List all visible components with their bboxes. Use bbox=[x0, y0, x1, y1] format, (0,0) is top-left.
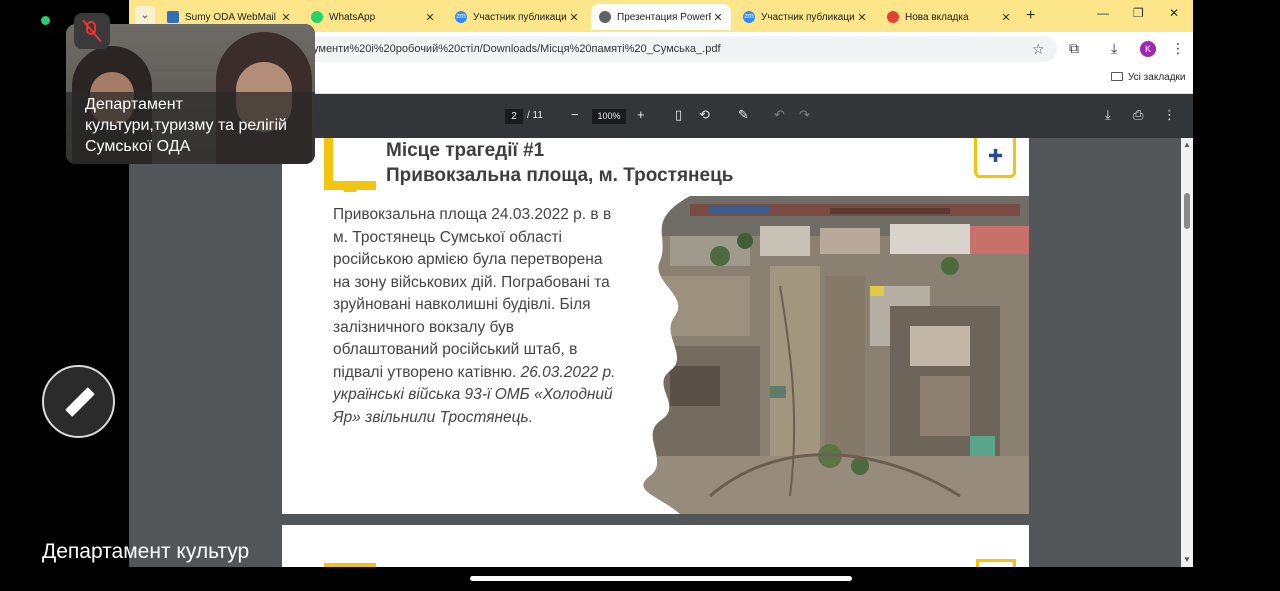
new-tab-button[interactable]: + bbox=[1026, 7, 1035, 25]
zoom-icon: zm bbox=[743, 11, 755, 23]
slide-title: Місце трагедії #1 bbox=[386, 140, 545, 161]
pdf-scrollbar[interactable]: ▲ ▼ bbox=[1181, 138, 1193, 567]
tab-zoom-participant-2[interactable]: zm Участник публикаци ✕ bbox=[735, 4, 875, 30]
tab-whatsapp[interactable]: WhatsApp ✕ bbox=[303, 4, 443, 30]
print-icon[interactable]: ⎙ bbox=[1133, 107, 1143, 123]
close-icon[interactable]: ✕ bbox=[711, 11, 725, 24]
url-text: ументи%20і%20робочий%20стіл/Downloads/Мі… bbox=[313, 43, 721, 55]
tab-label: Участник публикаци bbox=[761, 11, 855, 23]
minimize-button[interactable]: — bbox=[1097, 6, 1109, 20]
address-bar[interactable]: ументи%20і%20робочий%20стіл/Downloads/Мі… bbox=[279, 36, 1057, 62]
close-icon[interactable]: ✕ bbox=[999, 11, 1013, 24]
redo-icon[interactable]: ↷ bbox=[799, 107, 810, 123]
pdf-viewport[interactable]: Місце трагедії #1 Привокзальна площа, м.… bbox=[129, 138, 1193, 567]
star-icon[interactable]: ☆ bbox=[1032, 41, 1045, 58]
whatsapp-icon bbox=[311, 11, 323, 23]
annotate-icon[interactable]: ✎ bbox=[738, 107, 749, 123]
extensions-icon[interactable]: ⧉ bbox=[1069, 40, 1079, 57]
tab-label: Презентация PowerP bbox=[617, 11, 711, 23]
pencil-icon bbox=[65, 387, 95, 417]
rotate-icon[interactable]: ⟲ bbox=[699, 107, 710, 123]
system-nav-bar bbox=[0, 567, 1280, 591]
chrome-icon bbox=[887, 11, 899, 23]
more-vert-icon[interactable]: ⋮ bbox=[1171, 40, 1185, 57]
page-total: / 11 bbox=[527, 110, 543, 121]
download-icon[interactable]: ⤓ bbox=[1111, 40, 1117, 57]
close-icon[interactable]: ✕ bbox=[279, 11, 293, 24]
zoom-icon: zm bbox=[455, 11, 467, 23]
participant-caption: Департамент культури,туризму та релігій … bbox=[85, 96, 287, 155]
zoom-input[interactable]: 100% bbox=[592, 109, 626, 124]
church-icon: ✚ bbox=[988, 146, 1004, 166]
tab-new[interactable]: Нова вкладка ✕ bbox=[879, 4, 1019, 30]
tab-label: Нова вкладка bbox=[905, 11, 969, 23]
scroll-down-icon[interactable]: ▼ bbox=[1183, 555, 1191, 564]
pdf-download-icon[interactable]: ⤓ bbox=[1105, 107, 1111, 123]
tab-zoom-participant[interactable]: zm Участник публикаци ✕ bbox=[447, 4, 587, 30]
yellow-bracket-tab bbox=[344, 182, 356, 192]
pdf-page-next bbox=[282, 525, 1029, 567]
status-indicator bbox=[41, 16, 50, 25]
slide-subtitle: Привокзальна площа, м. Тростянець bbox=[386, 165, 734, 186]
slide-body-text: Привокзальна площа 24.03.2022 р. в в м. … bbox=[333, 206, 612, 381]
globe-icon bbox=[599, 11, 611, 23]
tab-label: Участник публикаци bbox=[473, 11, 567, 23]
close-window-button[interactable]: ✕ bbox=[1169, 6, 1179, 20]
fit-page-icon[interactable]: ▯ bbox=[675, 107, 682, 123]
undo-icon[interactable]: ↶ bbox=[774, 107, 785, 123]
webmail-icon bbox=[167, 11, 179, 23]
page-number-input[interactable]: 2 bbox=[505, 109, 523, 124]
aerial-photo bbox=[630, 196, 1029, 514]
mic-muted-icon[interactable] bbox=[74, 13, 110, 49]
close-icon[interactable]: ✕ bbox=[423, 11, 437, 24]
memorial-badge-next bbox=[976, 559, 1016, 567]
maximize-button[interactable]: ❐ bbox=[1133, 6, 1144, 20]
memorial-badge: ✚ bbox=[974, 138, 1016, 178]
slide-body: Привокзальна площа 24.03.2022 р. в в м. … bbox=[333, 204, 623, 429]
edit-button[interactable] bbox=[42, 365, 115, 438]
scroll-up-icon[interactable]: ▲ bbox=[1183, 140, 1191, 149]
zoom-out-icon[interactable]: − bbox=[571, 107, 579, 122]
close-icon[interactable]: ✕ bbox=[567, 11, 581, 24]
all-bookmarks-label: Усі закладки bbox=[1128, 72, 1186, 83]
pdf-more-icon[interactable]: ⋮ bbox=[1163, 107, 1176, 123]
all-bookmarks-button[interactable]: Усі закладки bbox=[1111, 72, 1186, 83]
home-indicator[interactable] bbox=[470, 576, 852, 581]
folder-icon bbox=[1111, 72, 1123, 81]
pdf-page: Місце трагедії #1 Привокзальна площа, м.… bbox=[282, 138, 1029, 514]
tab-label: Sumy ODA WebMail bbox=[185, 11, 276, 23]
close-icon[interactable]: ✕ bbox=[855, 11, 869, 24]
screen-share-caption: Департамент культур bbox=[42, 540, 250, 563]
tab-search-button[interactable]: ⌄ bbox=[135, 6, 155, 26]
zoom-in-icon[interactable]: + bbox=[637, 107, 645, 122]
tab-label: WhatsApp bbox=[329, 11, 376, 23]
scroll-thumb[interactable] bbox=[1184, 193, 1190, 229]
screen: ⌄ Sumy ODA WebMail ✕ WhatsApp ✕ zm Участ… bbox=[0, 0, 1280, 591]
avatar[interactable]: K bbox=[1140, 41, 1156, 57]
tab-presentation[interactable]: Презентация PowerP ✕ bbox=[591, 4, 731, 30]
